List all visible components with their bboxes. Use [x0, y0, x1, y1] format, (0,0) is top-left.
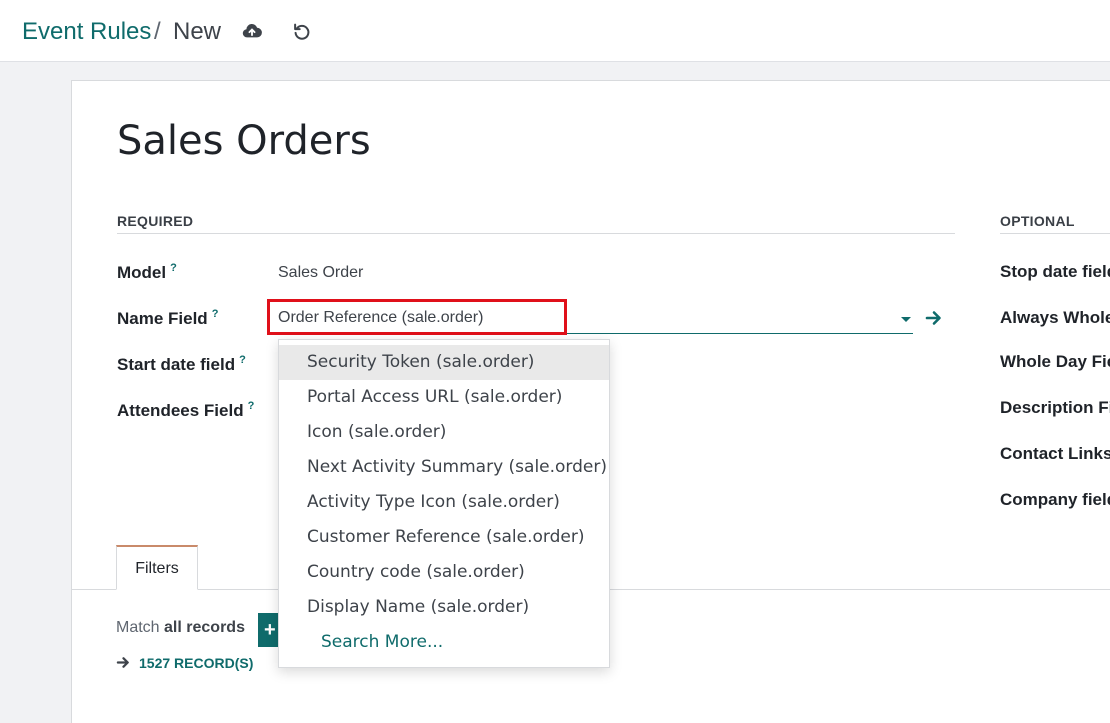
add-filter-button[interactable]: + — [258, 613, 280, 647]
dropdown-option[interactable]: Activity Type Icon (sale.order) — [279, 485, 609, 520]
name-field-help-icon[interactable]: ? — [212, 308, 219, 320]
company-field-label: Company field — [1000, 490, 1110, 509]
dropdown-option[interactable]: Country code (sale.order) — [279, 555, 609, 590]
stop-date-field-label: Stop date field — [1000, 262, 1110, 281]
discard-undo-icon[interactable] — [291, 20, 313, 42]
description-field-label: Description Fi — [1000, 398, 1110, 417]
optional-section-heading: OPTIONAL — [1000, 213, 1075, 229]
dropdown-option[interactable]: Next Activity Summary (sale.order) — [279, 450, 609, 485]
attendees-help-icon[interactable]: ? — [248, 400, 255, 412]
dropdown-option[interactable]: Display Name (sale.order) — [279, 590, 609, 625]
optional-section-divider — [1000, 233, 1110, 234]
breadcrumb-current: New — [173, 18, 222, 45]
dropdown-option[interactable]: Portal Access URL (sale.order) — [279, 380, 609, 415]
contact-links-label: Contact Links — [1000, 444, 1110, 463]
model-help-icon[interactable]: ? — [170, 262, 177, 274]
control-panel: Event Rules / New — [0, 0, 1110, 62]
name-field-input[interactable] — [278, 309, 838, 327]
required-section-divider — [117, 233, 955, 234]
required-section-heading: REQUIRED — [117, 213, 194, 229]
dropdown-option[interactable]: Security Token (sale.order) — [279, 345, 609, 380]
name-field-many2one[interactable] — [272, 305, 913, 334]
breadcrumb-event-rules[interactable]: Event Rules — [22, 18, 151, 46]
dropdown-option[interactable]: Customer Reference (sale.order) — [279, 520, 609, 555]
records-count-link[interactable]: 1527 RECORD(S) — [116, 655, 253, 671]
search-more-link[interactable]: Search More... — [279, 625, 609, 660]
always-whole-day-label: Always Whole — [1000, 308, 1110, 327]
attendees-field-label: Attendees Field? — [117, 400, 255, 420]
model-label: Model? — [117, 262, 177, 282]
start-date-help-icon[interactable]: ? — [239, 354, 246, 366]
start-date-field-label: Start date field? — [117, 354, 246, 374]
tab-filters[interactable]: Filters — [116, 545, 198, 590]
breadcrumb-separator: / — [154, 18, 161, 45]
model-value: Sales Order — [278, 264, 364, 281]
whole-day-field-label: Whole Day Fie — [1000, 352, 1110, 371]
record-title[interactable]: Sales Orders — [117, 118, 371, 164]
save-cloud-icon[interactable] — [241, 20, 263, 42]
dropdown-caret-icon[interactable] — [901, 317, 911, 322]
arrow-right-icon — [116, 657, 129, 668]
autocomplete-dropdown: Security Token (sale.order) Portal Acces… — [278, 339, 610, 668]
dropdown-option[interactable]: Icon (sale.order) — [279, 415, 609, 450]
name-field-label: Name Field? — [117, 308, 219, 328]
match-records-text: Match all records — [116, 619, 245, 636]
internal-link-arrow-icon[interactable] — [924, 308, 944, 328]
